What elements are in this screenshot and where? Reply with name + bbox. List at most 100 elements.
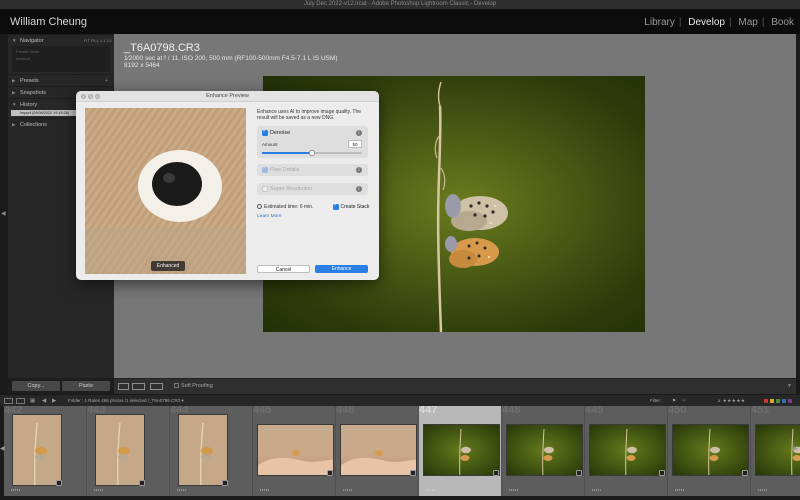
left-panel-footer: Copy... Paste	[8, 378, 114, 394]
denoise-checkbox[interactable]: ✓	[262, 128, 268, 136]
filmstrip-collapse-icon[interactable]: ◀	[0, 445, 5, 452]
minimize-window-icon[interactable]	[88, 94, 93, 99]
toolbar-menu-icon[interactable]: ▼	[787, 383, 792, 389]
module-book[interactable]: Book	[769, 17, 796, 28]
zoom-window-icon[interactable]	[95, 94, 100, 99]
photo-dimensions: 8192 x 5464	[124, 62, 160, 69]
navigator-line1: Preset: None	[16, 49, 40, 54]
compare-view-icon[interactable]	[150, 383, 163, 390]
label-swatch[interactable]	[764, 399, 768, 403]
create-stack-label: Create Stack	[340, 204, 370, 211]
create-stack-checkbox[interactable]: ✓	[333, 202, 339, 210]
denoise-panel: ✓ Denoise i Amount 50	[257, 126, 368, 158]
dialog-description: Enhance uses AI to improve image quality…	[257, 109, 362, 122]
filmstrip-index: 449	[585, 406, 604, 416]
filmstrip-scroll-icon[interactable]: ▶	[793, 445, 798, 452]
filmstrip-index: 447	[419, 406, 438, 416]
enhance-preview-dialog: Enhance Preview Enhanced Enhance uses AI…	[76, 91, 379, 280]
before-after-icon[interactable]	[132, 383, 145, 390]
filmstrip-cell[interactable]: 446 •••••	[336, 406, 419, 500]
filmstrip-cell[interactable]: 447 •••••	[419, 406, 502, 500]
filmstrip-cell[interactable]: 445 •••••	[253, 406, 336, 500]
navigator-header[interactable]: ▼ Navigator FIT FILL 1:1 3:1	[8, 34, 114, 46]
info-icon[interactable]: i	[356, 186, 362, 192]
star-rating[interactable]: •••••	[94, 487, 104, 492]
label-swatch[interactable]	[788, 399, 792, 403]
amount-value[interactable]: 50	[348, 140, 362, 148]
label-swatch[interactable]	[782, 399, 786, 403]
module-map[interactable]: Map	[736, 17, 759, 28]
amount-label: Amount	[262, 142, 278, 147]
filmstrip-cell[interactable]: 450 •••••	[668, 406, 751, 500]
filmstrip-thumbnail[interactable]	[257, 424, 334, 476]
edited-badge-icon	[410, 470, 416, 476]
close-window-icon[interactable]	[81, 94, 86, 99]
module-develop[interactable]: Develop	[686, 17, 727, 28]
filmstrip-thumbnail[interactable]	[589, 424, 666, 476]
edited-badge-icon	[56, 480, 62, 486]
filmstrip-cell[interactable]: 443 •••••	[87, 406, 170, 500]
amount-slider[interactable]	[262, 150, 362, 156]
filmstrip-thumbnail[interactable]	[672, 424, 749, 476]
star-rating[interactable]: •••••	[177, 487, 187, 492]
filmstrip-thumbnail[interactable]	[423, 424, 500, 476]
filmstrip-cell[interactable]: 448 •••••	[502, 406, 585, 500]
module-library[interactable]: Library	[642, 17, 677, 28]
star-rating[interactable]: •••••	[260, 487, 270, 492]
identity-plate: William Cheung	[10, 16, 88, 28]
learn-more-link[interactable]: Learn More	[257, 214, 282, 219]
label-swatch[interactable]	[776, 399, 780, 403]
history-label: History	[20, 102, 38, 108]
window-title: July Dec 2022-v12.lrcat - Adobe Photosho…	[303, 1, 497, 7]
paste-button[interactable]: Paste	[62, 381, 110, 391]
soft-proofing-checkbox[interactable]	[174, 383, 179, 389]
amount-slider-handle[interactable]	[309, 150, 315, 156]
info-icon[interactable]: i	[356, 130, 362, 136]
filmstrip-thumbnail[interactable]	[95, 414, 145, 486]
star-rating[interactable]: •••••	[592, 487, 602, 492]
filmstrip-cell[interactable]: 449 •••••	[585, 406, 668, 500]
second-display-icon[interactable]	[16, 398, 25, 404]
enhance-button[interactable]: Enhance	[315, 265, 368, 273]
raw-details-label: Raw Details	[270, 167, 300, 173]
copy-button[interactable]: Copy...	[12, 381, 60, 391]
filmstrip-thumbnail[interactable]	[340, 424, 417, 476]
label-swatch[interactable]	[770, 399, 774, 403]
loupe-view-icon[interactable]	[118, 383, 129, 390]
create-stack-option[interactable]: ✓ Create Stack	[333, 202, 370, 211]
raw-details-checkbox: ✓	[262, 165, 268, 173]
estimated-time-text: Estimated time: 6 min.	[264, 204, 314, 210]
disclosure-open-icon: ▼	[12, 102, 17, 107]
right-panel-collapse[interactable]	[796, 34, 800, 394]
star-rating[interactable]: •••••	[426, 487, 436, 492]
star-rating[interactable]: •••••	[343, 487, 353, 492]
filmstrip-cell[interactable]: 444 •••••	[170, 406, 253, 500]
filmstrip-footer	[0, 496, 800, 500]
filmstrip-cell[interactable]: 442 •••••	[4, 406, 87, 500]
dialog-title: Enhance Preview	[76, 91, 379, 102]
star-rating[interactable]: •••••	[509, 487, 519, 492]
soft-proofing-toggle[interactable]: Soft Proofing	[174, 383, 213, 389]
navigator-preview[interactable]: Preset: None Amount	[12, 46, 110, 72]
edited-badge-icon	[576, 470, 582, 476]
enhance-preview-image[interactable]: Enhanced	[85, 108, 246, 274]
filmstrip-thumbnail[interactable]	[178, 414, 228, 486]
cancel-button[interactable]: Cancel	[257, 265, 310, 273]
filmstrip-index: 451	[751, 406, 770, 416]
raw-details-panel: ✓ Raw Details i	[257, 164, 368, 176]
filmstrip-index: 446	[336, 406, 355, 416]
star-rating[interactable]: •••••	[758, 487, 768, 492]
presets-header[interactable]: ▶ Presets +	[8, 74, 114, 86]
clock-icon	[257, 204, 262, 210]
star-rating[interactable]: •••••	[675, 487, 685, 492]
left-panel-collapse[interactable]: ◀	[0, 34, 8, 394]
filmstrip-cell[interactable]: 451 •••••	[751, 406, 800, 500]
edited-badge-icon	[327, 470, 333, 476]
second-window-icon[interactable]	[4, 398, 13, 404]
info-icon[interactable]: i	[356, 167, 362, 173]
filmstrip-thumbnail[interactable]	[12, 414, 62, 486]
amount-slider-fill	[262, 152, 312, 154]
filmstrip-thumbnail[interactable]	[506, 424, 583, 476]
star-rating[interactable]: •••••	[11, 487, 21, 492]
filmstrip-index: 445	[253, 406, 272, 416]
